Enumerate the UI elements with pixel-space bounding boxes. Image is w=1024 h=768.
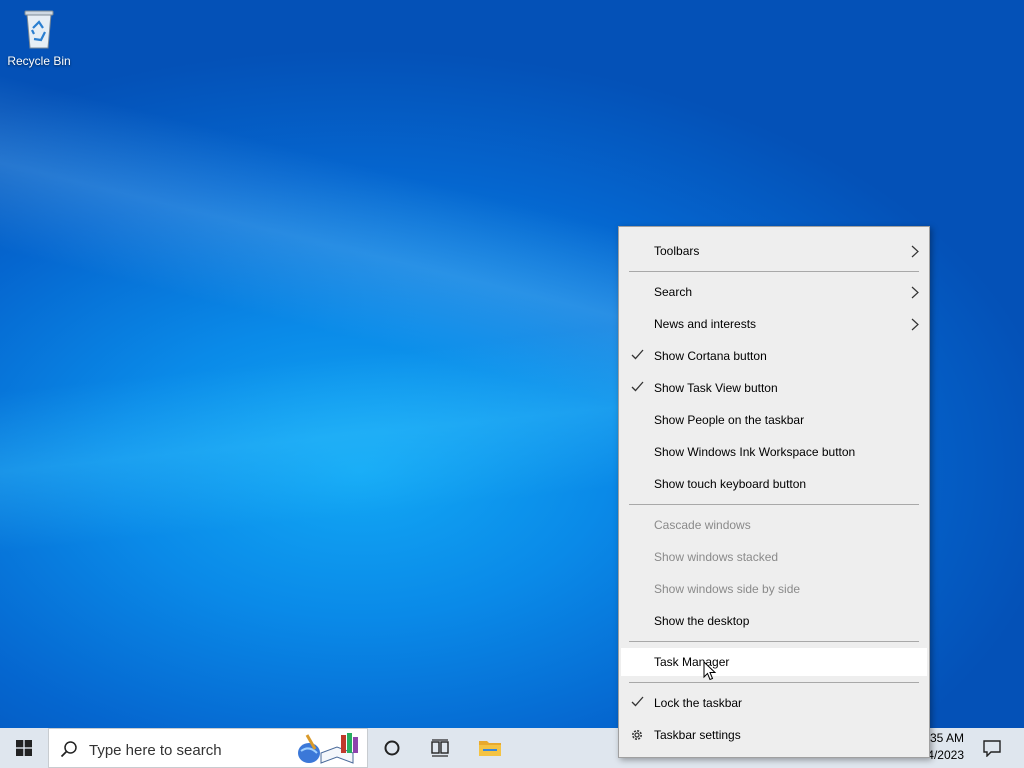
chevron-right-icon bbox=[911, 286, 919, 299]
clock-time: 35 AM bbox=[930, 731, 964, 745]
menu-separator bbox=[629, 641, 919, 642]
search-input[interactable] bbox=[87, 738, 291, 762]
checkmark-icon bbox=[631, 349, 644, 360]
recycle-bin-icon bbox=[24, 10, 54, 49]
menu-item-label: Taskbar settings bbox=[654, 728, 741, 742]
menu-item-toolbars[interactable]: Toolbars bbox=[621, 237, 927, 265]
menu-separator bbox=[629, 271, 919, 272]
menu-item-label: Task Manager bbox=[654, 655, 730, 669]
menu-item-label: Show the desktop bbox=[654, 614, 750, 628]
cortana-button[interactable] bbox=[368, 728, 416, 768]
menu-item-news-and-interests[interactable]: News and interests bbox=[621, 310, 927, 338]
menu-item-label: Cascade windows bbox=[654, 518, 751, 532]
gear-icon bbox=[632, 730, 642, 740]
menu-item-taskbar-settings[interactable]: Taskbar settings bbox=[621, 721, 927, 749]
menu-item-label: Show Task View button bbox=[654, 381, 778, 395]
task-view-icon bbox=[431, 739, 449, 757]
notification-icon bbox=[983, 740, 1001, 757]
checkmark-icon bbox=[631, 381, 644, 392]
start-button[interactable] bbox=[0, 728, 48, 768]
menu-item-label: Show windows stacked bbox=[654, 550, 779, 564]
menu-item-task-manager[interactable]: Task Manager bbox=[621, 648, 927, 676]
taskbar-context-menu: Toolbars Search News and interests Show … bbox=[618, 226, 930, 758]
menu-item-label: Show People on the taskbar bbox=[654, 413, 805, 427]
checkmark-icon bbox=[631, 696, 644, 707]
menu-item-lock-the-taskbar[interactable]: Lock the taskbar bbox=[621, 689, 927, 717]
action-center-button[interactable] bbox=[970, 728, 1014, 768]
menu-item-label: Show Windows Ink Workspace button bbox=[654, 445, 856, 459]
windows-logo-icon bbox=[16, 740, 32, 756]
menu-item-show-cortana-button[interactable]: Show Cortana button bbox=[621, 342, 927, 370]
chevron-right-icon bbox=[911, 245, 919, 258]
menu-item-show-task-view-button[interactable]: Show Task View button bbox=[621, 374, 927, 402]
cortana-circle-icon bbox=[384, 740, 400, 756]
desktop-icon-label: Recycle Bin bbox=[7, 54, 71, 68]
menu-item-label: Search bbox=[654, 285, 693, 299]
taskbar-clock[interactable]: 35 AM /,/4/2023 bbox=[930, 728, 970, 768]
chevron-right-icon bbox=[911, 318, 919, 331]
menu-item-label: Lock the taskbar bbox=[654, 696, 743, 710]
menu-separator bbox=[629, 682, 919, 683]
menu-item-label: Show windows side by side bbox=[654, 582, 801, 596]
menu-separator bbox=[629, 504, 919, 505]
menu-item-show-touch-keyboard[interactable]: Show touch keyboard button bbox=[621, 470, 927, 498]
menu-item-show-windows-stacked: Show windows stacked bbox=[621, 543, 927, 571]
search-highlight-books-icon bbox=[298, 733, 358, 764]
menu-item-label: Show touch keyboard button bbox=[654, 477, 807, 491]
menu-item-label: Toolbars bbox=[654, 244, 700, 258]
menu-item-cascade-windows: Cascade windows bbox=[621, 511, 927, 539]
menu-item-show-windows-side-by-side: Show windows side by side bbox=[621, 575, 927, 603]
clock-date: /,/4/2023 bbox=[930, 748, 964, 762]
taskbar-search-box[interactable] bbox=[48, 728, 368, 768]
menu-item-search[interactable]: Search bbox=[621, 278, 927, 306]
menu-item-show-ink-workspace[interactable]: Show Windows Ink Workspace button bbox=[621, 438, 927, 466]
search-icon bbox=[60, 741, 77, 758]
task-view-button[interactable] bbox=[416, 728, 464, 768]
menu-item-label: News and interests bbox=[654, 317, 757, 331]
folder-icon bbox=[479, 741, 501, 756]
mouse-pointer-icon bbox=[703, 661, 717, 681]
menu-item-show-the-desktop[interactable]: Show the desktop bbox=[621, 607, 927, 635]
desktop-icon-recycle-bin[interactable]: Recycle Bin bbox=[4, 6, 74, 68]
menu-item-label: Show Cortana button bbox=[654, 349, 767, 363]
menu-item-show-people[interactable]: Show People on the taskbar bbox=[621, 406, 927, 434]
file-explorer-button[interactable] bbox=[464, 728, 516, 768]
